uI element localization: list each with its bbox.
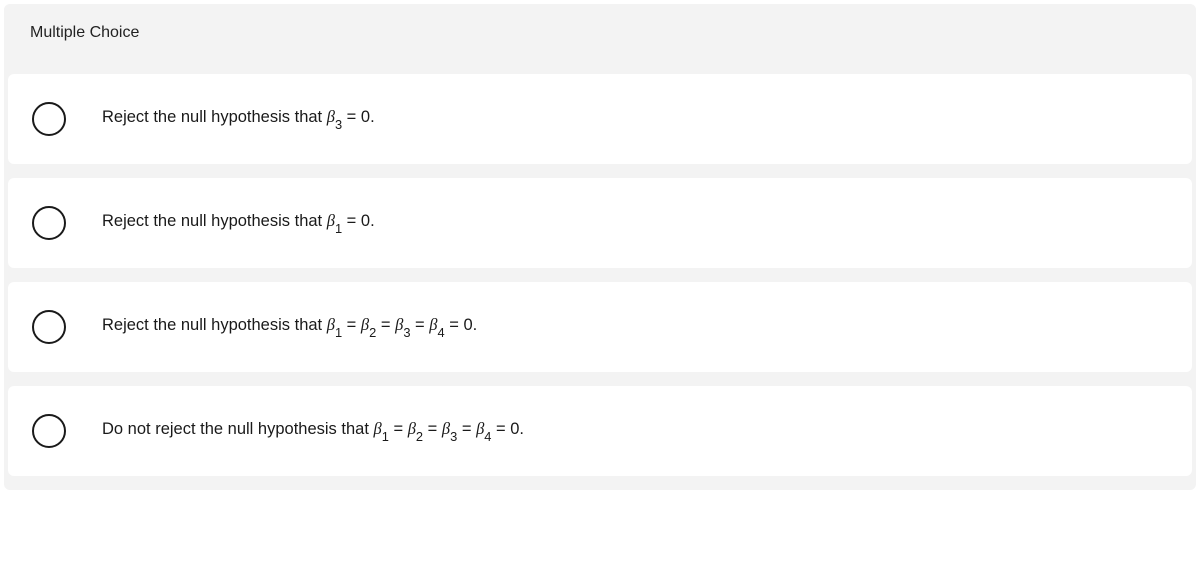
option-text: Reject the null hypothesis that β1 = β2 … xyxy=(102,314,477,339)
radio-button[interactable] xyxy=(32,310,66,344)
radio-button[interactable] xyxy=(32,102,66,136)
option-text: Do not reject the null hypothesis that β… xyxy=(102,418,524,443)
question-container: Multiple Choice Reject the null hypothes… xyxy=(4,4,1196,490)
option-text: Reject the null hypothesis that β3 = 0. xyxy=(102,106,375,131)
options-list: Reject the null hypothesis that β3 = 0. … xyxy=(4,74,1196,476)
radio-button[interactable] xyxy=(32,206,66,240)
option-row[interactable]: Reject the null hypothesis that β3 = 0. xyxy=(8,74,1192,164)
option-text: Reject the null hypothesis that β1 = 0. xyxy=(102,210,375,235)
question-type-header: Multiple Choice xyxy=(4,4,1196,66)
option-row[interactable]: Do not reject the null hypothesis that β… xyxy=(8,386,1192,476)
radio-button[interactable] xyxy=(32,414,66,448)
option-row[interactable]: Reject the null hypothesis that β1 = β2 … xyxy=(8,282,1192,372)
option-row[interactable]: Reject the null hypothesis that β1 = 0. xyxy=(8,178,1192,268)
